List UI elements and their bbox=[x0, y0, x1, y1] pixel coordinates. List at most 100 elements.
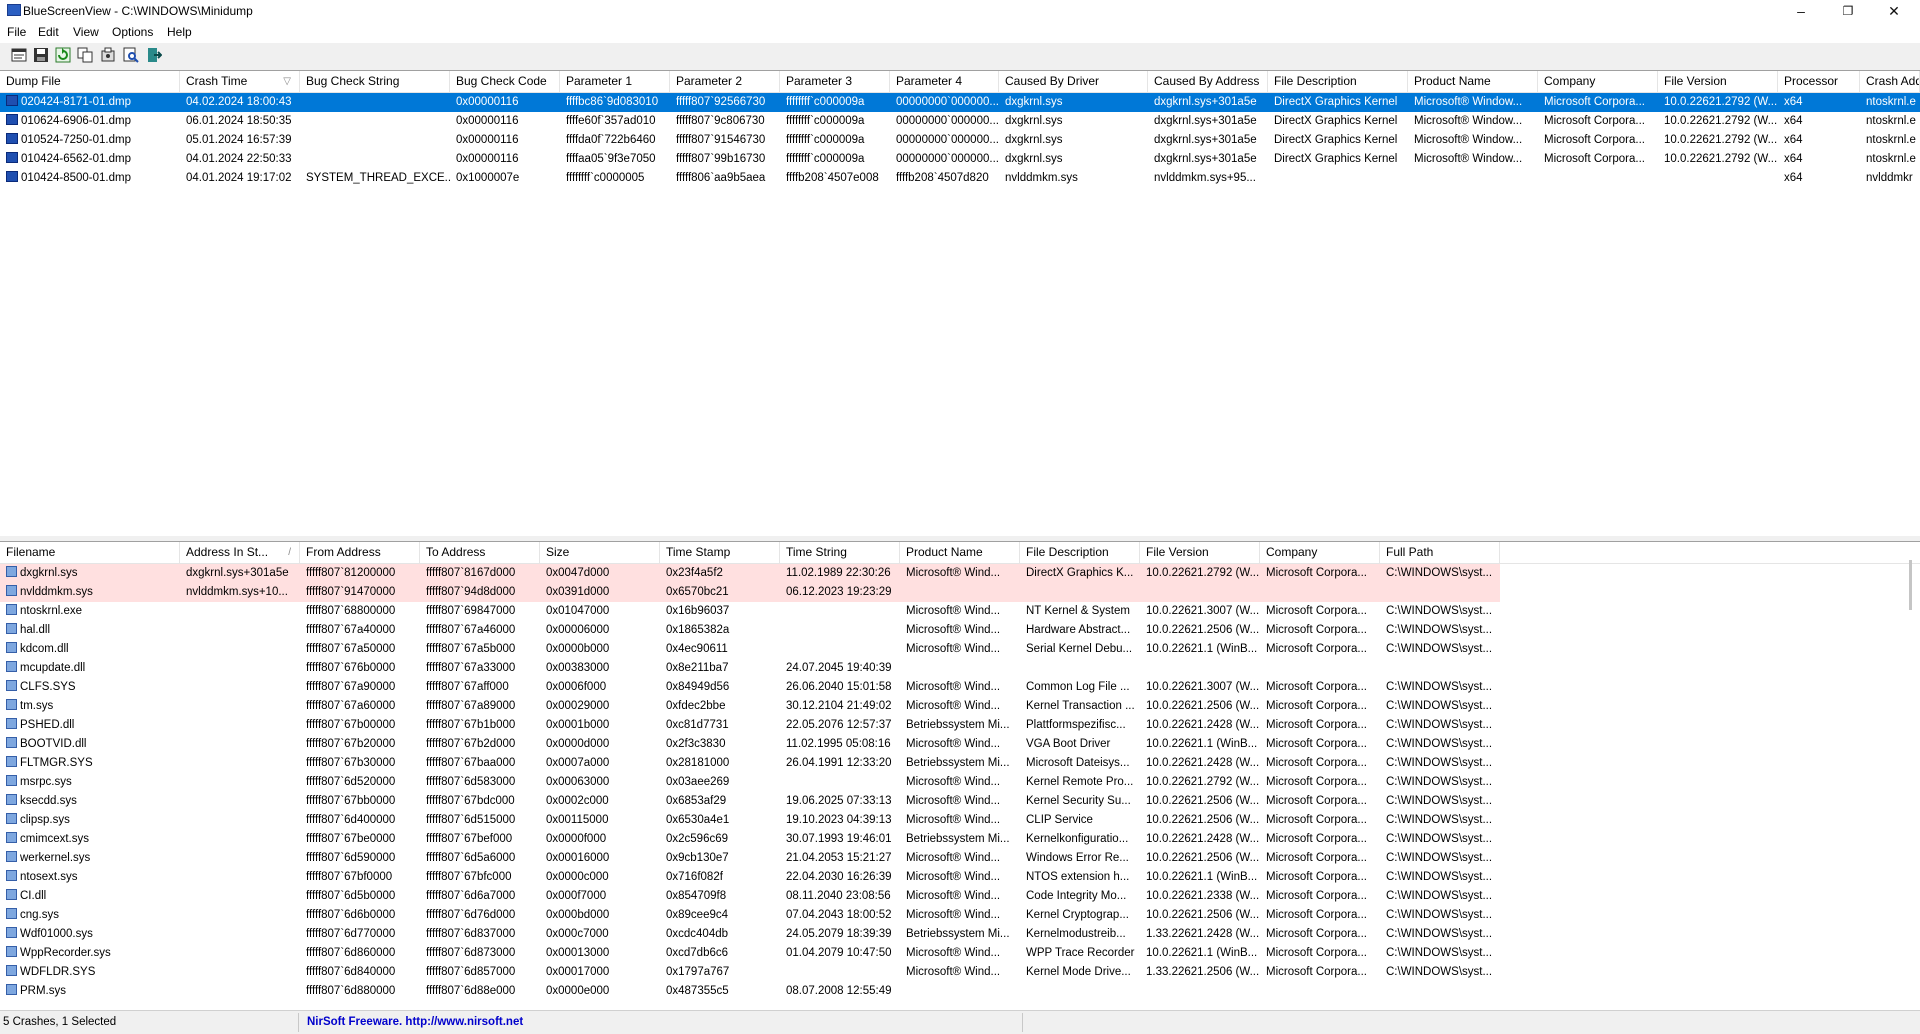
driver-row[interactable]: hal.dll fffff807`67a40000 fffff807`67a4600… bbox=[0, 621, 1920, 640]
driver-list-vertical-scrollbar[interactable] bbox=[1909, 560, 1912, 610]
cell-time-stamp: 0x6530a4e1 bbox=[666, 814, 730, 826]
driver-row[interactable]: mcupdate.dll fffff807`676b0000 fffff807`67… bbox=[0, 659, 1920, 678]
find-icon[interactable] bbox=[123, 47, 139, 63]
column-header-parameter-1[interactable]: Parameter 1 bbox=[560, 71, 670, 92]
cell-bug-check-code: 0x00000116 bbox=[456, 96, 519, 108]
column-header-file-version[interactable]: File Version bbox=[1140, 542, 1260, 563]
column-header-to-address[interactable]: To Address bbox=[420, 542, 540, 563]
column-header-size[interactable]: Size bbox=[540, 542, 660, 563]
column-header-crash-time[interactable]: Crash Time ▽ bbox=[180, 71, 300, 92]
minimize-button[interactable]: – bbox=[1778, 0, 1824, 22]
advanced-options-icon[interactable] bbox=[100, 47, 116, 63]
driver-row[interactable]: WDFLDR.SYS fffff807`6d840000 fffff807`6d85… bbox=[0, 963, 1920, 982]
cell-filename: PSHED.dll bbox=[0, 716, 180, 735]
cell-time-string: 26.04.1991 12:33:20 bbox=[786, 757, 892, 769]
filename-text: cng.sys bbox=[20, 909, 59, 921]
column-header-file-description[interactable]: File Description bbox=[1268, 71, 1408, 92]
menu-help[interactable]: Help bbox=[167, 25, 192, 39]
menu-options[interactable]: Options bbox=[112, 25, 153, 39]
cell-file-description: NT Kernel & System bbox=[1026, 605, 1130, 617]
column-header-file-description[interactable]: File Description bbox=[1020, 542, 1140, 563]
driver-row[interactable]: nvlddmkm.sys nvlddmkm.sys+10... fffff807`9… bbox=[0, 583, 1920, 602]
driver-row[interactable]: cng.sys fffff807`6d6b0000 fffff807`6d76d00… bbox=[0, 906, 1920, 925]
driver-row[interactable]: msrpc.sys fffff807`6d520000 fffff807`6d583… bbox=[0, 773, 1920, 792]
cell-product-name: Microsoft® Window... bbox=[1414, 153, 1523, 165]
column-header-filename[interactable]: Filename bbox=[0, 542, 180, 563]
driver-row[interactable]: dxgkrnl.sys dxgkrnl.sys+301a5e fffff807`81… bbox=[0, 564, 1920, 583]
column-header-bug-check-code[interactable]: Bug Check Code bbox=[450, 71, 560, 92]
crash-row[interactable]: 010424-8500-01.dmp 04.01.2024 19:17:02 SYS… bbox=[0, 169, 1920, 188]
driver-row[interactable]: kdcom.dll fffff807`67a50000 fffff807`67a5b… bbox=[0, 640, 1920, 659]
cell-time-string: 07.04.2043 18:00:52 bbox=[786, 909, 892, 921]
column-header-processor[interactable]: Processor bbox=[1778, 71, 1860, 92]
crash-list[interactable]: Dump File Crash Time ▽ Bug Check String Bug … bbox=[0, 70, 1920, 536]
cell-caused-by-address: dxgkrnl.sys+301a5e bbox=[1154, 153, 1257, 165]
cell-from-address: fffff807`67a50000 bbox=[306, 643, 396, 655]
exit-icon[interactable] bbox=[146, 47, 162, 63]
cell-to-address: fffff807`8167d000 bbox=[420, 564, 540, 583]
crash-row[interactable]: 010524-7250-01.dmp 05.01.2024 16:57:39 0x0… bbox=[0, 131, 1920, 150]
driver-row[interactable]: BOOTVID.dll fffff807`67b20000 fffff807`67b… bbox=[0, 735, 1920, 754]
column-header-crash-add[interactable]: Crash Add bbox=[1860, 71, 1920, 92]
menu-view[interactable]: View bbox=[73, 25, 99, 39]
menu-edit[interactable]: Edit bbox=[38, 25, 59, 39]
driver-file-icon bbox=[6, 775, 17, 786]
copy-icon[interactable] bbox=[77, 47, 93, 63]
cell-filename: clipsp.sys bbox=[0, 811, 180, 830]
column-header-file-version[interactable]: File Version bbox=[1658, 71, 1778, 92]
cell-filename: FLTMGR.SYS bbox=[0, 754, 180, 773]
driver-row[interactable]: clipsp.sys fffff807`6d400000 fffff807`6d51… bbox=[0, 811, 1920, 830]
column-header-full-path[interactable]: Full Path bbox=[1380, 542, 1500, 563]
column-header-parameter-3[interactable]: Parameter 3 bbox=[780, 71, 890, 92]
driver-file-icon bbox=[6, 737, 17, 748]
crash-row[interactable]: 010424-6562-01.dmp 04.01.2024 22:50:33 0x0… bbox=[0, 150, 1920, 169]
driver-row[interactable]: CLFS.SYS fffff807`67a90000 fffff807`67aff0… bbox=[0, 678, 1920, 697]
driver-row[interactable]: Wdf01000.sys fffff807`6d770000 fffff807`6d… bbox=[0, 925, 1920, 944]
driver-row[interactable]: PSHED.dll fffff807`67b00000 fffff807`67b1b… bbox=[0, 716, 1920, 735]
column-header-parameter-4[interactable]: Parameter 4 bbox=[890, 71, 999, 92]
menu-file[interactable]: File bbox=[7, 25, 26, 39]
column-header-time-string[interactable]: Time String bbox=[780, 542, 900, 563]
properties-icon[interactable] bbox=[11, 47, 27, 63]
cell-file-version bbox=[1140, 583, 1260, 602]
column-header-company[interactable]: Company bbox=[1538, 71, 1658, 92]
filename-text: dxgkrnl.sys bbox=[20, 567, 78, 579]
driver-row[interactable]: ntoskrnl.exe fffff807`68800000 fffff807`69… bbox=[0, 602, 1920, 621]
driver-list[interactable]: Filename Address In St... / From Address To … bbox=[0, 541, 1920, 1011]
driver-row[interactable]: ksecdd.sys fffff807`67bb0000 fffff807`67bd… bbox=[0, 792, 1920, 811]
nirsoft-link[interactable]: NirSoft Freeware. http://www.nirsoft.net bbox=[307, 1016, 523, 1028]
driver-file-icon bbox=[6, 718, 17, 729]
driver-row[interactable]: FLTMGR.SYS fffff807`67b30000 fffff807`67ba… bbox=[0, 754, 1920, 773]
driver-row[interactable]: tm.sys fffff807`67a60000 fffff807`67a89000… bbox=[0, 697, 1920, 716]
refresh-icon[interactable] bbox=[55, 47, 71, 63]
column-header-product-name[interactable]: Product Name bbox=[1408, 71, 1538, 92]
maximize-button[interactable]: ❐ bbox=[1825, 0, 1871, 22]
cell-file-version: 10.0.22621.2338 (W... bbox=[1146, 890, 1260, 902]
driver-row[interactable]: ntosext.sys fffff807`67bf0000 fffff807`67b… bbox=[0, 868, 1920, 887]
driver-row[interactable]: werkernel.sys fffff807`6d590000 fffff807`6… bbox=[0, 849, 1920, 868]
driver-row[interactable]: PRM.sys fffff807`6d880000 fffff807`6d88e00… bbox=[0, 982, 1920, 1001]
column-header-company[interactable]: Company bbox=[1260, 542, 1380, 563]
column-header-caused-by-address[interactable]: Caused By Address bbox=[1148, 71, 1268, 92]
column-header-caused-by-driver[interactable]: Caused By Driver bbox=[999, 71, 1148, 92]
column-header-parameter-2[interactable]: Parameter 2 bbox=[670, 71, 780, 92]
cell-to-address: fffff807`67baa000 bbox=[426, 757, 516, 769]
driver-row[interactable]: WppRecorder.sys fffff807`6d860000 fffff807… bbox=[0, 944, 1920, 963]
column-header-address-in-st[interactable]: Address In St... / bbox=[180, 542, 300, 563]
cell-time-stamp: 0x16b96037 bbox=[666, 605, 730, 617]
cell-crash-add: ntoskrnl.e bbox=[1866, 115, 1916, 127]
close-button[interactable]: ✕ bbox=[1871, 0, 1917, 22]
crash-row[interactable]: 010624-6906-01.dmp 06.01.2024 18:50:35 0x0… bbox=[0, 112, 1920, 131]
column-header-time-stamp[interactable]: Time Stamp bbox=[660, 542, 780, 563]
column-header-product-name[interactable]: Product Name bbox=[900, 542, 1020, 563]
driver-file-icon bbox=[6, 585, 17, 596]
column-header-bug-check-string[interactable]: Bug Check String bbox=[300, 71, 450, 92]
driver-row[interactable]: cmimcext.sys fffff807`67be0000 fffff807`67… bbox=[0, 830, 1920, 849]
filename-text: 010424-6562-01.dmp bbox=[21, 153, 131, 165]
cell-company: Microsoft Corpora... bbox=[1266, 624, 1367, 636]
driver-row[interactable]: CI.dll fffff807`6d5b0000 fffff807`6d6a7000… bbox=[0, 887, 1920, 906]
save-icon[interactable] bbox=[33, 47, 49, 63]
column-header-from-address[interactable]: From Address bbox=[300, 542, 420, 563]
crash-row[interactable]: 020424-8171-01.dmp 04.02.2024 18:00:43 0x0… bbox=[0, 93, 1920, 112]
column-header-dump-file[interactable]: Dump File bbox=[0, 71, 180, 92]
